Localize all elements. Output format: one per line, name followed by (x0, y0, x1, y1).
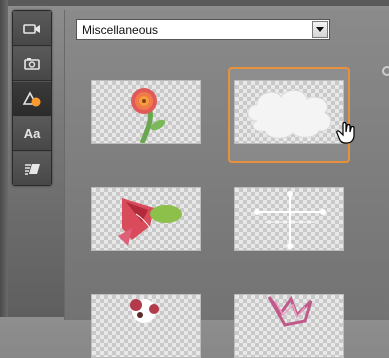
thumbnail-fish[interactable] (91, 187, 201, 251)
flower-image (131, 88, 166, 143)
content-panel (64, 10, 389, 320)
cross-image (254, 191, 326, 249)
window-top-edge (0, 0, 389, 6)
photo-tab-button[interactable] (13, 46, 51, 81)
video-tab-button[interactable] (13, 11, 51, 46)
photo-camera-icon (24, 57, 40, 70)
window-left-edge (0, 0, 8, 317)
chevron-down-icon (316, 27, 324, 32)
shapes-icon (22, 90, 41, 106)
hand-cursor-icon (336, 121, 355, 144)
category-select[interactable]: Miscellaneous (76, 19, 330, 40)
thumbnail-flower[interactable] (91, 80, 201, 144)
category-select-value: Miscellaneous (82, 22, 159, 37)
shapes-tab-button[interactable] (13, 81, 51, 116)
fish-image (118, 198, 182, 246)
media-type-toolbar: Aa (12, 10, 52, 186)
thumbnail-cross[interactable] (234, 187, 344, 251)
transition-tab-button[interactable] (13, 151, 51, 185)
text-icon: Aa (23, 126, 41, 141)
text-tab-button[interactable]: Aa (13, 116, 51, 151)
panel-collapse-handle[interactable] (382, 66, 389, 76)
thumbnail-skull[interactable] (91, 294, 201, 358)
dropdown-button[interactable] (312, 21, 328, 38)
thumbnail-cloud[interactable] (234, 80, 344, 144)
transition-icon (25, 163, 40, 175)
star-image (267, 295, 313, 327)
skull-image (130, 299, 159, 323)
thumbnail-star[interactable] (234, 294, 344, 358)
video-camera-icon (23, 23, 40, 34)
cloud-image (247, 90, 332, 139)
